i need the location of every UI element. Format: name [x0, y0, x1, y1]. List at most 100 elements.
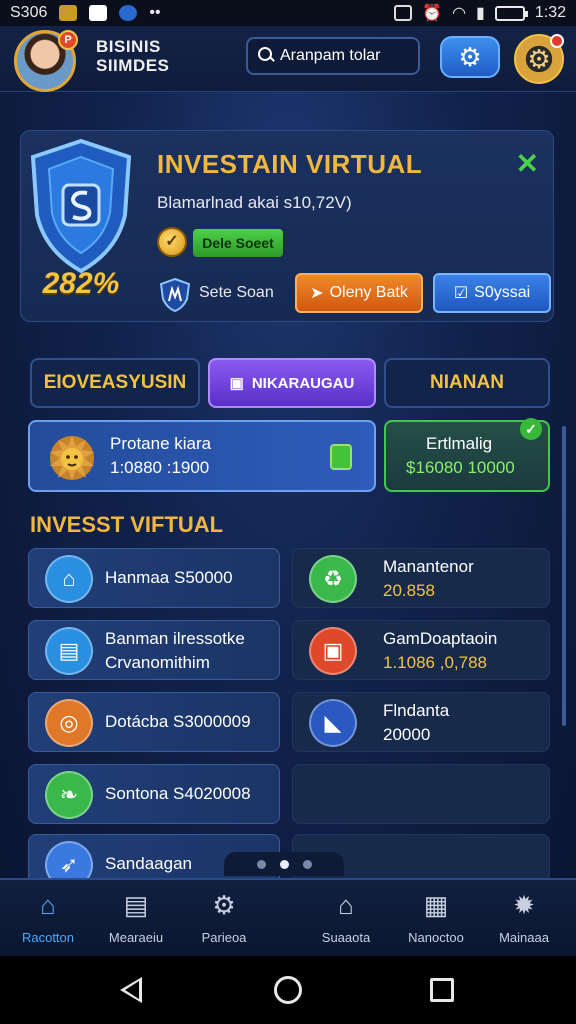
item-label: Banman ilressotke	[105, 629, 245, 648]
brand-line-2: SIIMDES	[96, 56, 170, 75]
item-sublabel: Crvanomithim	[105, 653, 210, 672]
frame-icon: ▣	[309, 627, 357, 675]
back-icon[interactable]	[120, 977, 142, 1003]
list-item[interactable]: ❧ Sontona S4020008	[28, 764, 280, 824]
clock: 1:32	[534, 4, 566, 21]
page-dot[interactable]	[256, 859, 266, 869]
avatar-badge: P	[58, 30, 78, 50]
wifi-icon: ◠	[452, 5, 467, 22]
top-bar: P BISINIS SIIMDES ⚙ ⚙	[0, 26, 576, 92]
nav-label: Mearaeiu	[108, 930, 164, 945]
notification-icon	[59, 5, 78, 21]
alarm-icon: ⏰	[422, 5, 443, 22]
check-icon: ✓	[520, 418, 542, 440]
list-item[interactable]: ▤ Banman ilressotke Crvanomithim	[28, 620, 280, 680]
list-item[interactable]: ⌂ Hanmaa S50000	[28, 548, 280, 608]
page-dot-active[interactable]	[279, 859, 289, 869]
item-value: 20000	[383, 725, 431, 744]
item-label: Hanmaa S50000	[105, 568, 233, 587]
list-item[interactable]: ◣ Flndanta 20000	[292, 692, 550, 752]
brand-line-1: BISINIS	[96, 37, 161, 56]
card-title: Protane kiara	[110, 434, 212, 453]
sim-icon	[394, 5, 413, 21]
nav-settings[interactable]: ⚙ Parieoa	[184, 888, 264, 946]
tab-investasi[interactable]: EIOVEASYUSIN	[30, 358, 200, 408]
search-box[interactable]	[246, 37, 420, 75]
target-icon: ◎	[45, 699, 93, 747]
brand-title: BISINIS SIIMDES	[96, 37, 169, 75]
arrow-icon: ➤	[310, 285, 324, 302]
cog-icon: ⚙	[527, 43, 551, 74]
close-icon[interactable]: ✕	[516, 147, 539, 180]
nav-label: Mainaaa	[499, 930, 549, 945]
orange-button-label: Oleny Batk	[329, 284, 408, 301]
scrollbar[interactable]	[562, 426, 566, 726]
blue-action-button[interactable]: ☑ S0yssai	[433, 273, 551, 313]
checkbox-icon: ☑	[453, 285, 469, 302]
list-item[interactable]: ▣ GamDoaptaoin 1.1086 ,0,788	[292, 620, 550, 680]
lion-icon	[50, 436, 94, 480]
nav-gear[interactable]: ✹ Mainaaa	[484, 888, 564, 946]
search-icon	[258, 47, 274, 65]
list-item[interactable]: ♻ Manantenor 20.858	[292, 548, 550, 608]
app-screen: P BISINIS SIIMDES ⚙ ⚙ 282% INVESTAIN VIR…	[0, 26, 576, 956]
home-icon: ⌂	[40, 889, 56, 920]
recents-icon[interactable]	[430, 978, 454, 1002]
item-label: Dotácba S3000009	[105, 712, 251, 731]
chart-icon: ◣	[309, 699, 357, 747]
photo-icon	[89, 5, 108, 21]
tab-nianan[interactable]: NIANAN	[384, 358, 550, 408]
app-notification-icon	[119, 5, 138, 21]
hero-link[interactable]: Sete Soan	[199, 284, 274, 302]
nav-home[interactable]: ⌂ Racotton	[8, 888, 88, 946]
nav-label: Suaaota	[321, 930, 371, 945]
orange-action-button[interactable]: ➤ Oleny Batk	[295, 273, 423, 313]
house-icon: ⌂	[45, 555, 93, 603]
status-badge[interactable]: Dele Soeet	[193, 229, 283, 257]
mini-shield-icon	[159, 277, 191, 313]
signal-icon: ▮	[476, 5, 485, 22]
tab-label: NIANAN	[430, 372, 504, 393]
coin-icon: ✓	[157, 227, 187, 257]
featured-card-right[interactable]: Ertlmalig $16080 10000 ✓	[384, 418, 550, 492]
hero-title: INVESTAIN VIRTUAL	[157, 149, 423, 179]
profile-settings-button[interactable]: ⚙	[514, 34, 564, 84]
nav-document[interactable]: ▤ Mearaeiu	[96, 888, 176, 946]
box-icon: ▣	[229, 375, 244, 392]
nav-label: Parieoa	[201, 930, 247, 945]
nav-label: Nanoctoo	[408, 930, 464, 945]
nav-building[interactable]: ⌂ Suaaota	[306, 888, 386, 946]
featured-card-left[interactable]: Protane kiara 1:0880 :1900	[28, 420, 376, 492]
card-value: $16080 10000	[406, 458, 515, 477]
recycle-icon: ♻	[309, 555, 357, 603]
document-icon: ▤	[123, 889, 149, 920]
card-title: Ertlmalig	[426, 434, 493, 453]
bottom-nav: ⌂ Racotton ▤ Mearaeiu ⚙ Parieoa ⌂ Suaaot…	[0, 878, 576, 956]
settings-button[interactable]: ⚙	[440, 36, 500, 78]
list-item[interactable]: ◎ Dotácba S3000009	[28, 692, 280, 752]
tab-nikaraugau[interactable]: ▣ NIKARAUGAU	[208, 358, 376, 408]
section-title: INVESST VIFTUAL	[30, 512, 224, 537]
hero-percent: 282%	[42, 267, 120, 300]
store-icon: ▦	[423, 889, 449, 920]
hero-card: 282% INVESTAIN VIRTUAL ✕ Blamarlnad akai…	[20, 130, 554, 322]
status-text: S306	[10, 4, 48, 21]
tab-label: NIKARAUGAU	[251, 374, 355, 392]
settings-icon: ⚙	[212, 889, 236, 920]
shield-icon	[30, 138, 132, 274]
blue-button-label: S0yssai	[474, 284, 531, 301]
nav-label: Racotton	[21, 930, 75, 945]
card-value: 1:0880 :1900	[110, 458, 210, 477]
item-label: Flndanta	[383, 701, 450, 720]
home-circle-icon[interactable]	[274, 976, 302, 1004]
empty-slot	[292, 764, 550, 824]
system-nav-bar	[0, 956, 576, 1024]
nav-store[interactable]: ▦ Nanoctoo	[396, 888, 476, 946]
battery-icon	[494, 5, 528, 21]
hero-subtitle: Blamarlnad akai s10,72V)	[157, 193, 352, 212]
page-dot[interactable]	[302, 859, 312, 869]
item-value: 1.1086 ,0,788	[383, 653, 487, 672]
gear-icon: ✹	[513, 889, 535, 920]
search-input[interactable]	[280, 47, 418, 65]
item-label: Sandaagan	[105, 854, 192, 873]
